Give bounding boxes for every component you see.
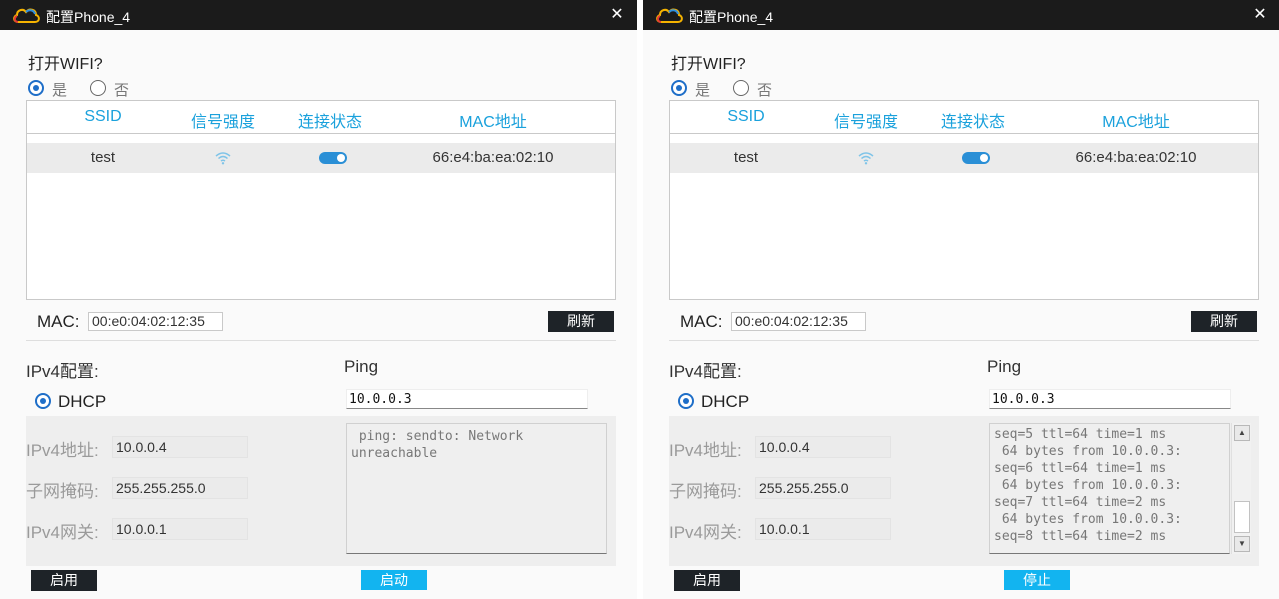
close-icon[interactable]: ✕ — [609, 5, 625, 25]
mac-field[interactable]: 00:e0:04:02:12:35 — [88, 312, 223, 331]
ping-stop-button[interactable]: 停止 — [1004, 570, 1070, 590]
ping-title: Ping — [344, 357, 379, 376]
ipv4-address-label: IPv4地址: — [26, 441, 99, 460]
ipv4-panel: IPv4地址: 10.0.0.4 子网掩码: 255.255.255.0 IPv… — [669, 416, 1259, 566]
enable-button[interactable]: 启用 — [674, 570, 740, 591]
enable-button[interactable]: 启用 — [31, 570, 97, 591]
wifi-no-radio[interactable] — [90, 80, 106, 96]
cloud-logo-icon — [656, 8, 683, 23]
config-dialog-right: 配置Phone_4 ✕ 打开WIFI? 是 否 SSID 信号强度 连接状态 M… — [643, 0, 1279, 599]
subnet-mask-label: 子网掩码: — [669, 482, 742, 501]
wifi-signal-icon — [858, 152, 874, 165]
wifi-no-label: 否 — [114, 82, 130, 99]
refresh-button[interactable]: 刷新 — [548, 311, 614, 332]
table-header: SSID 信号强度 连接状态 MAC地址 — [27, 101, 615, 134]
gateway-field: 10.0.0.1 — [755, 518, 891, 540]
wifi-network-table: SSID 信号强度 连接状态 MAC地址 test 66:e4:ba:ea:02… — [26, 100, 616, 300]
dhcp-radio[interactable] — [35, 393, 51, 409]
gateway-field: 10.0.0.1 — [112, 518, 248, 540]
title-bar: 配置Phone_4 ✕ — [0, 0, 637, 30]
ipv4-address-field: 10.0.0.4 — [112, 436, 248, 458]
wifi-yes-radio[interactable] — [28, 80, 44, 96]
col-signal: 信号强度 — [833, 114, 898, 131]
col-mac: MAC地址 — [1102, 114, 1170, 131]
connection-toggle[interactable] — [962, 152, 990, 164]
ping-output-scrollbar[interactable]: ▲ ▼ — [1231, 423, 1251, 554]
ping-start-button[interactable]: 启动 — [361, 570, 427, 590]
wifi-yes-label: 是 — [52, 82, 68, 99]
col-status: 连接状态 — [297, 114, 362, 131]
cloud-logo-icon — [13, 8, 40, 23]
row-ssid: test — [733, 149, 759, 166]
subnet-mask-field: 255.255.255.0 — [755, 477, 891, 499]
subnet-mask-label: 子网掩码: — [26, 482, 99, 501]
ping-title: Ping — [987, 357, 1022, 376]
scroll-up-icon[interactable]: ▲ — [1234, 425, 1250, 441]
wifi-no-label: 否 — [757, 82, 773, 99]
close-icon[interactable]: ✕ — [1252, 5, 1268, 25]
col-signal: 信号强度 — [190, 114, 255, 131]
wifi-network-table: SSID 信号强度 连接状态 MAC地址 test 66:e4:ba:ea:02… — [669, 100, 1259, 300]
dhcp-label: DHCP — [58, 392, 107, 411]
window-title: 配置Phone_4 — [689, 9, 774, 25]
row-mac: 66:e4:ba:ea:02:10 — [1075, 149, 1197, 166]
connection-toggle[interactable] — [319, 152, 347, 164]
ipv4-address-label: IPv4地址: — [669, 441, 742, 460]
table-row[interactable]: test 66:e4:ba:ea:02:10 — [27, 143, 615, 173]
title-bar: 配置Phone_4 ✕ — [643, 0, 1279, 30]
wifi-question: 打开WIFI? — [671, 56, 746, 73]
col-ssid: SSID — [727, 108, 765, 125]
ipv4-config-title: IPv4配置: — [26, 362, 99, 381]
mac-field[interactable]: 00:e0:04:02:12:35 — [731, 312, 866, 331]
table-row[interactable]: test 66:e4:ba:ea:02:10 — [670, 143, 1258, 173]
dhcp-radio[interactable] — [678, 393, 694, 409]
wifi-no-radio[interactable] — [733, 80, 749, 96]
scroll-down-icon[interactable]: ▼ — [1234, 536, 1250, 552]
col-ssid: SSID — [84, 108, 122, 125]
gateway-label: IPv4网关: — [26, 523, 99, 542]
ping-output[interactable]: ping: sendto: Network unreachable — [346, 423, 607, 554]
config-dialog-left: 配置Phone_4 ✕ 打开WIFI? 是 否 SSID 信号强度 连接状态 M… — [0, 0, 637, 599]
divider — [26, 340, 616, 341]
ping-output-text: 64 bytes from 10.0.0.3: seq=5 ttl=64 tim… — [994, 424, 1182, 544]
refresh-button[interactable]: 刷新 — [1191, 311, 1257, 332]
ping-output[interactable]: 64 bytes from 10.0.0.3: seq=5 ttl=64 tim… — [989, 423, 1230, 554]
ping-target-input[interactable]: 10.0.0.3 — [346, 389, 588, 409]
wifi-signal-icon — [215, 152, 231, 165]
mac-label: MAC: — [37, 312, 80, 331]
ipv4-panel: IPv4地址: 10.0.0.4 子网掩码: 255.255.255.0 IPv… — [26, 416, 616, 566]
ping-target-input[interactable]: 10.0.0.3 — [989, 389, 1231, 409]
wifi-yes-label: 是 — [695, 82, 711, 99]
ipv4-config-title: IPv4配置: — [669, 362, 742, 381]
wifi-question: 打开WIFI? — [28, 56, 103, 73]
ipv4-address-field: 10.0.0.4 — [755, 436, 891, 458]
scroll-thumb[interactable] — [1234, 501, 1250, 533]
col-status: 连接状态 — [940, 114, 1005, 131]
wifi-yes-radio[interactable] — [671, 80, 687, 96]
mac-label: MAC: — [680, 312, 723, 331]
window-title: 配置Phone_4 — [46, 9, 131, 25]
col-mac: MAC地址 — [459, 114, 527, 131]
row-mac: 66:e4:ba:ea:02:10 — [432, 149, 554, 166]
dhcp-label: DHCP — [701, 392, 750, 411]
row-ssid: test — [90, 149, 116, 166]
gateway-label: IPv4网关: — [669, 523, 742, 542]
subnet-mask-field: 255.255.255.0 — [112, 477, 248, 499]
table-header: SSID 信号强度 连接状态 MAC地址 — [670, 101, 1258, 134]
divider — [669, 340, 1259, 341]
